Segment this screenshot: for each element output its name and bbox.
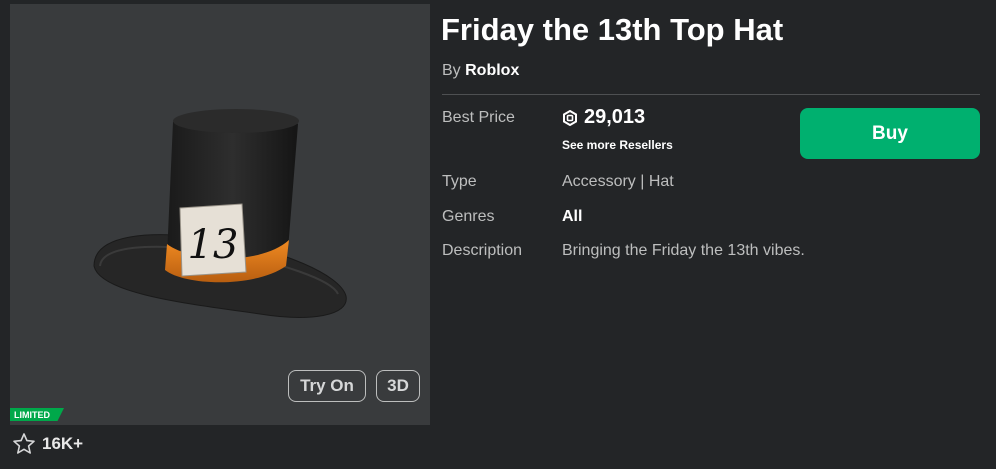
creator-link[interactable]: Roblox [465, 62, 519, 79]
limited-badge: LIMITED [10, 408, 64, 421]
top-hat-image: 13 [93, 109, 347, 318]
genres-value: All [562, 208, 583, 225]
genres-label: Genres [442, 208, 495, 225]
buy-label: Buy [872, 122, 908, 144]
type-label: Type [442, 173, 477, 190]
see-resellers-link[interactable]: See more Resellers [562, 138, 673, 152]
try-on-button[interactable]: Try On [288, 370, 366, 402]
item-title: Friday the 13th Top Hat [441, 12, 784, 47]
creator-line: By Roblox [442, 62, 519, 80]
robux-icon [563, 109, 577, 126]
view-3d-label: 3D [387, 376, 409, 395]
by-prefix: By [442, 62, 461, 79]
try-on-label: Try On [300, 376, 354, 395]
favorite-count: 16K+ [42, 434, 84, 453]
item-thumbnail: 13 Try On 3D LIMITED [10, 4, 430, 425]
view-3d-button[interactable]: 3D [376, 370, 420, 402]
limited-badge-label: LIMITED [14, 409, 50, 420]
description-value: Bringing the Friday the 13th vibes. [562, 242, 805, 259]
divider [442, 94, 980, 95]
buy-button[interactable]: Buy [800, 108, 980, 159]
hat-tag-number: 13 [188, 222, 239, 268]
price-display: 29,013 [562, 106, 645, 129]
star-icon [13, 433, 35, 454]
description-label: Description [442, 242, 523, 259]
price-value: 29,013 [584, 106, 646, 128]
best-price-label: Best Price [442, 109, 515, 126]
favorite-button[interactable]: 16K+ [12, 432, 83, 456]
type-value: Accessory | Hat [562, 173, 674, 190]
